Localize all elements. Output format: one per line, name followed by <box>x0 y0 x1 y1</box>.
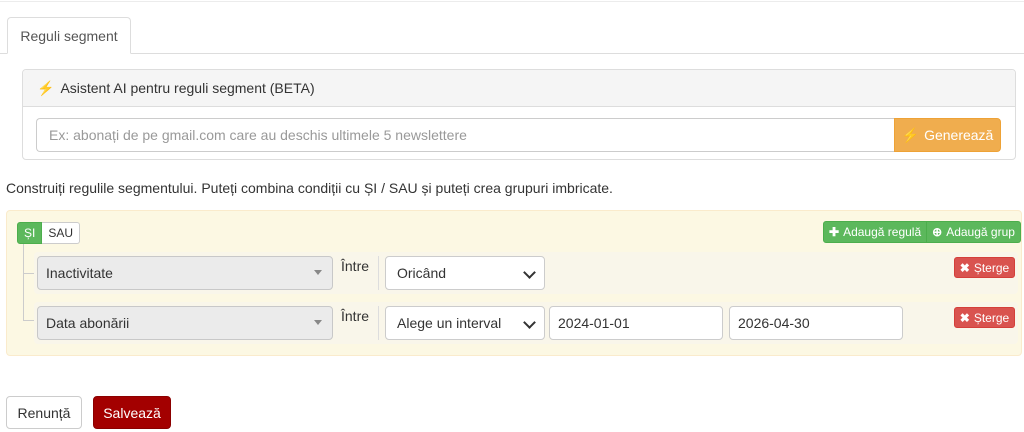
rule-value-select[interactable]: Oricând <box>385 256 545 290</box>
cancel-button[interactable]: Renunță <box>6 396 82 429</box>
rules-hint-text: Construiți regulile segmentului. Puteți … <box>6 180 613 196</box>
group-actions: ✚ Adaugă regulă ⊕ Adaugă grup <box>823 221 1021 243</box>
add-rule-label: Adaugă regulă <box>843 225 922 239</box>
logic-or-button[interactable]: SAU <box>42 222 81 244</box>
chevron-down-icon <box>523 316 536 329</box>
save-button[interactable]: Salvează <box>93 396 171 429</box>
delete-label: Șterge <box>973 310 1010 325</box>
logic-and-button[interactable]: ȘI <box>17 222 43 244</box>
rule-row: Inactivitate Între Oricând ✖ Șterge <box>34 252 1018 294</box>
bolt-icon: ⚡ <box>901 126 920 143</box>
delete-rule-button[interactable]: ✖ Șterge <box>954 307 1015 328</box>
divider <box>378 256 379 290</box>
caret-down-icon <box>314 320 322 325</box>
tab-label: Reguli segment <box>20 27 118 44</box>
tab-reguli-segment[interactable]: Reguli segment <box>7 17 131 54</box>
bolt-icon: ⚡ <box>37 79 55 96</box>
ai-assistant-header: ⚡ Asistent AI pentru reguli segment (BET… <box>23 70 1015 107</box>
rule-field-select[interactable]: Inactivitate <box>37 256 333 290</box>
generate-button[interactable]: ⚡ Generează <box>894 118 1001 152</box>
ai-prompt-input[interactable] <box>36 118 894 152</box>
rule-field-select[interactable]: Data abonării <box>37 306 333 340</box>
date-to-input[interactable]: 2026-04-30 <box>729 306 903 340</box>
close-icon: ✖ <box>959 260 970 275</box>
divider <box>378 306 379 340</box>
rule-value-select[interactable]: Alege un interval <box>385 306 545 340</box>
date-from-input[interactable]: 2024-01-01 <box>549 306 723 340</box>
close-icon: ✖ <box>959 310 970 325</box>
add-group-label: Adaugă grup <box>946 225 1015 239</box>
delete-label: Șterge <box>973 260 1010 275</box>
chevron-down-icon <box>523 266 536 279</box>
generate-label: Generează <box>924 127 994 143</box>
top-divider <box>0 1 1024 2</box>
rule-row: Data abonării Între Alege un interval 20… <box>34 302 1018 344</box>
rule-value-text: Oricând <box>397 265 447 281</box>
add-rule-button[interactable]: ✚ Adaugă regulă <box>823 221 928 243</box>
plus-circle-icon: ⊕ <box>932 225 943 239</box>
tab-bar-line <box>0 53 1024 54</box>
rule-field-value: Data abonării <box>46 315 130 331</box>
caret-down-icon <box>314 270 322 275</box>
group-logic-toggle: ȘI SAU <box>17 222 81 244</box>
add-group-button[interactable]: ⊕ Adaugă grup <box>927 221 1021 243</box>
rule-operator-label: Între <box>341 258 370 274</box>
date-to-value: 2026-04-30 <box>738 315 810 331</box>
ai-assistant-panel: ⚡ Asistent AI pentru reguli segment (BET… <box>22 69 1016 160</box>
date-from-value: 2024-01-01 <box>558 315 630 331</box>
rule-field-value: Inactivitate <box>46 265 113 281</box>
plus-icon: ✚ <box>829 225 840 239</box>
rule-value-text: Alege un interval <box>397 315 502 331</box>
ai-assistant-title: Asistent AI pentru reguli segment (BETA) <box>60 80 315 96</box>
tree-connector <box>23 244 24 320</box>
delete-rule-button[interactable]: ✖ Șterge <box>954 257 1015 278</box>
rule-operator-label: Între <box>341 308 370 324</box>
